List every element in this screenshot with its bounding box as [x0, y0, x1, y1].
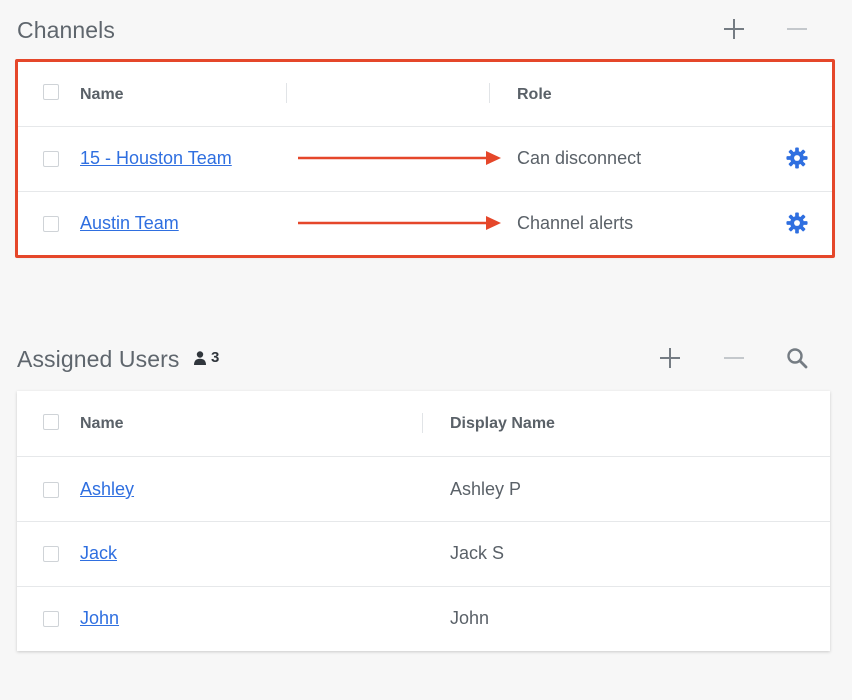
- channel-role: Channel alerts: [517, 213, 634, 233]
- assigned-users-table: Name Display Name Ashley Ashley P Jack J…: [17, 391, 830, 651]
- channel-settings-button[interactable]: [781, 142, 813, 174]
- select-all-users-checkbox[interactable]: [43, 414, 59, 430]
- users-name-header[interactable]: Name: [80, 415, 124, 433]
- channel-role: Can disconnect: [517, 148, 642, 168]
- channel-link[interactable]: Austin Team: [80, 213, 179, 234]
- table-row: John John: [17, 586, 830, 651]
- user-count-badge: 3: [193, 349, 219, 366]
- user-display-name: John: [450, 608, 490, 628]
- plus-icon: [660, 348, 680, 368]
- table-row: Austin Team Channel alerts: [17, 191, 833, 256]
- channel-link[interactable]: 15 - Houston Team: [80, 148, 232, 169]
- minus-icon: [724, 357, 744, 359]
- row-checkbox[interactable]: [43, 546, 59, 562]
- users-header-row: Name Display Name: [17, 391, 830, 457]
- add-channel-button[interactable]: [718, 13, 750, 45]
- assigned-users-title: Assigned Users: [17, 346, 180, 372]
- channels-name-header[interactable]: Name: [80, 86, 124, 104]
- channel-settings-button[interactable]: [781, 207, 813, 239]
- add-user-button[interactable]: [654, 342, 686, 374]
- user-icon: [194, 350, 206, 365]
- remove-user-button[interactable]: [718, 342, 750, 374]
- table-row: Ashley Ashley P: [17, 456, 830, 522]
- table-row: Jack Jack S: [17, 521, 830, 587]
- user-display-name: Jack S: [450, 543, 505, 563]
- select-all-channels-checkbox[interactable]: [43, 84, 59, 100]
- plus-icon: [724, 19, 744, 39]
- user-count: 3: [211, 349, 220, 366]
- user-display-name: Ashley P: [450, 479, 522, 499]
- users-display-name-header[interactable]: Display Name: [450, 415, 555, 433]
- column-divider: [489, 83, 490, 103]
- channels-header-row: Name Role: [17, 61, 833, 127]
- table-row: 15 - Houston Team Can disconnect: [17, 126, 833, 192]
- column-divider: [422, 413, 423, 433]
- user-link[interactable]: Ashley: [80, 479, 134, 500]
- channels-table: Name Role 15 - Houston Team Can disconne…: [17, 61, 833, 256]
- search-icon: [787, 348, 808, 369]
- user-link[interactable]: Jack: [80, 543, 117, 564]
- arrow-annotation: [298, 216, 501, 230]
- gear-icon: [786, 212, 808, 234]
- user-link[interactable]: John: [80, 608, 119, 629]
- search-users-button[interactable]: [781, 342, 813, 374]
- row-checkbox[interactable]: [43, 611, 59, 627]
- channels-title: Channels: [17, 17, 115, 43]
- row-checkbox[interactable]: [43, 482, 59, 498]
- minus-icon: [787, 28, 807, 30]
- remove-channel-button[interactable]: [781, 13, 813, 45]
- column-divider: [286, 83, 287, 103]
- arrow-annotation: [298, 151, 501, 165]
- gear-icon: [786, 147, 808, 169]
- row-checkbox[interactable]: [43, 216, 59, 232]
- channels-role-header[interactable]: Role: [517, 86, 552, 104]
- row-checkbox[interactable]: [43, 151, 59, 167]
